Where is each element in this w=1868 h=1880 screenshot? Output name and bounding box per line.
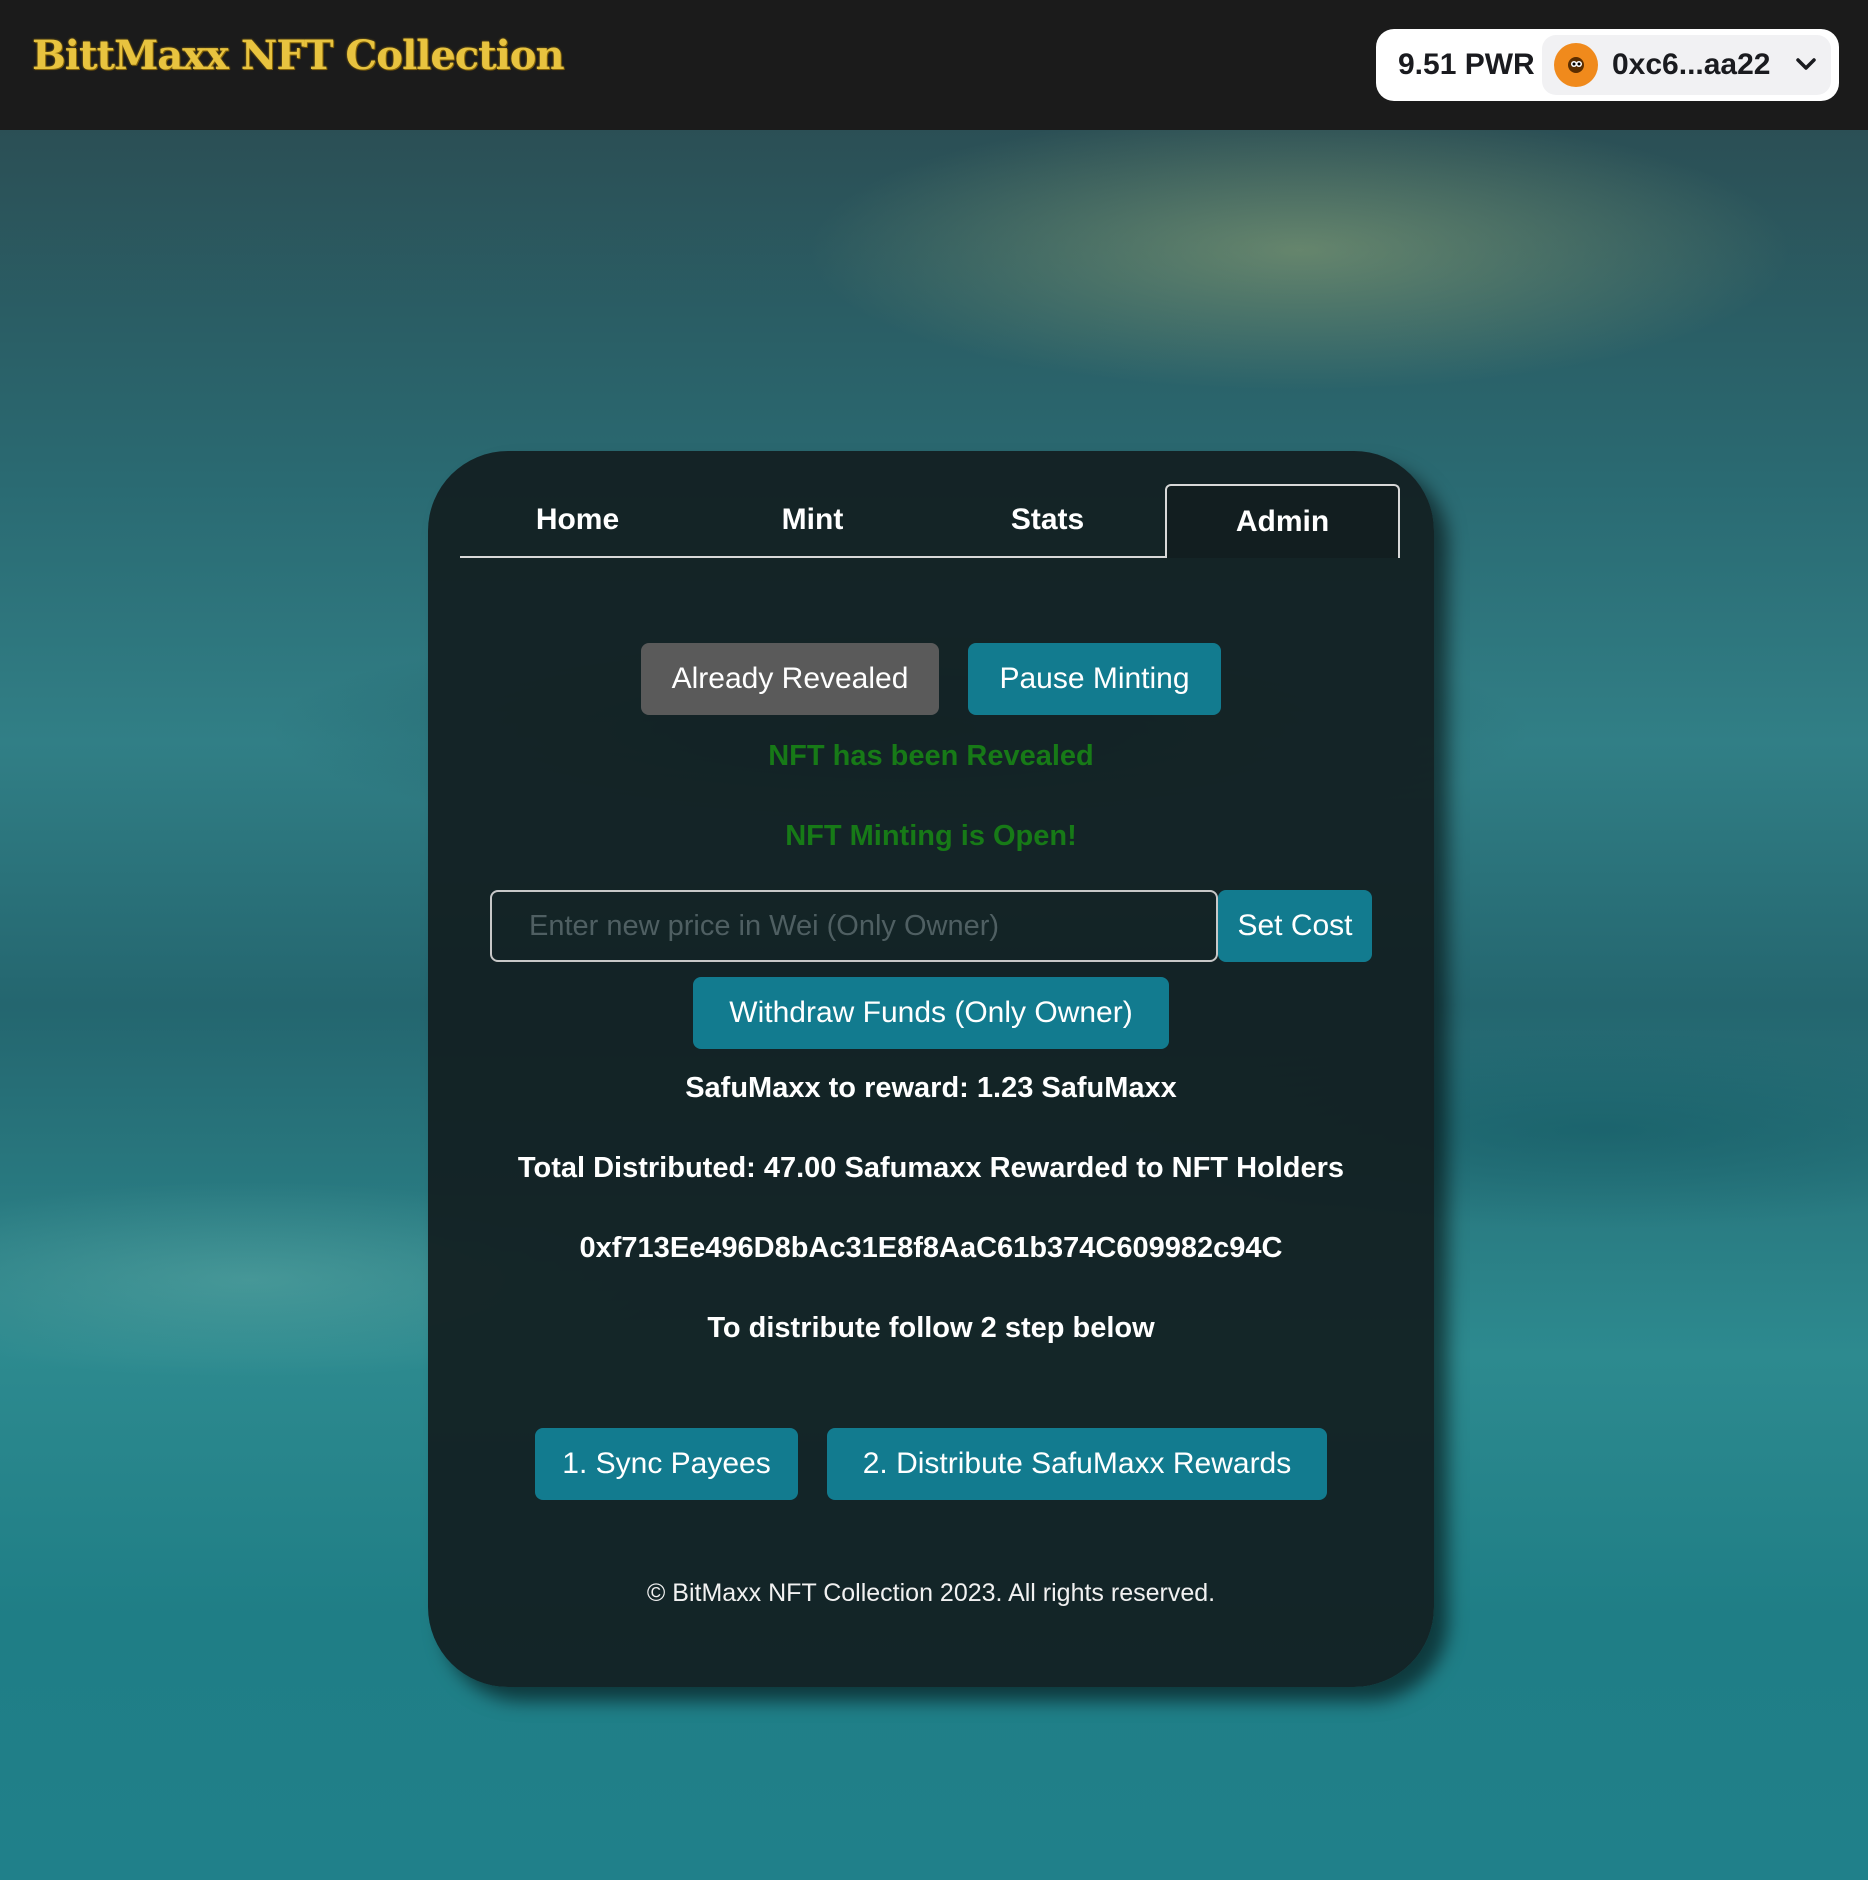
already-revealed-button[interactable]: Already Revealed — [641, 643, 939, 715]
withdraw-funds-button[interactable]: Withdraw Funds (Only Owner) — [693, 977, 1169, 1049]
chevron-down-icon — [1796, 58, 1816, 70]
pause-minting-button[interactable]: Pause Minting — [968, 643, 1221, 715]
avatar-icon — [1554, 43, 1598, 87]
logo[interactable]: BittMaxx NFT Collection — [32, 32, 565, 79]
wallet-address: 0xc6...aa22 — [1612, 48, 1771, 81]
reveal-status-text: NFT has been Revealed — [768, 740, 1094, 772]
wallet-widget[interactable]: 9.51 PWR 0xc6...aa22 — [1376, 29, 1839, 101]
distribute-rewards-button[interactable]: 2. Distribute SafuMaxx Rewards — [827, 1428, 1327, 1500]
top-navbar: BittMaxx NFT Collection 9.51 PWR 0xc6...… — [0, 0, 1868, 130]
account-button[interactable]: 0xc6...aa22 — [1542, 35, 1831, 95]
tab-admin[interactable]: Admin — [1165, 484, 1400, 558]
tab-bar: Home Mint Stats Admin — [460, 484, 1400, 558]
tab-home[interactable]: Home — [460, 484, 695, 556]
total-distributed-text: Total Distributed: 47.00 Safumaxx Reward… — [517, 1152, 1345, 1184]
minting-status-text: NFT Minting is Open! — [785, 820, 1077, 852]
distribute-instructions-text: To distribute follow 2 step below — [707, 1312, 1155, 1344]
reward-amount-text: SafuMaxx to reward: 1.23 SafuMaxx — [685, 1072, 1177, 1104]
sync-payees-button[interactable]: 1. Sync Payees — [535, 1428, 798, 1500]
wallet-balance[interactable]: 9.51 PWR — [1398, 48, 1548, 82]
main-card: Home Mint Stats Admin Already Revealed P… — [428, 451, 1434, 1687]
footer-copyright: © BitMaxx NFT Collection 2023. All right… — [646, 1579, 1216, 1607]
tab-stats[interactable]: Stats — [930, 484, 1165, 556]
tab-mint[interactable]: Mint — [695, 484, 930, 556]
contract-address-text: 0xf713Ee496D8bAc31E8f8AaC61b374C609982c9… — [579, 1232, 1283, 1264]
price-input[interactable] — [490, 890, 1218, 962]
set-cost-button[interactable]: Set Cost — [1218, 890, 1372, 962]
